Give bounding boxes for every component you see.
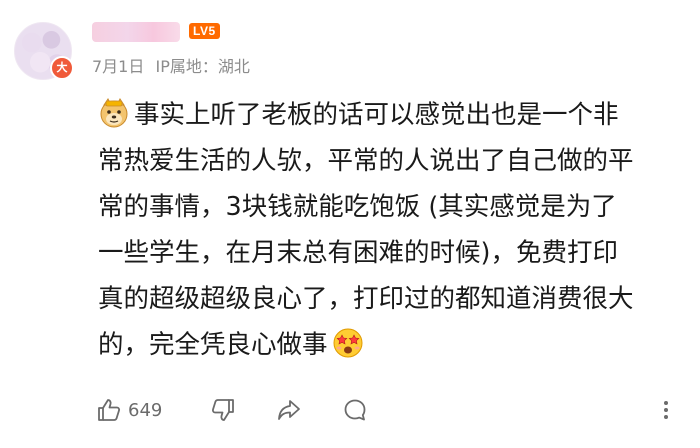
share-button[interactable] [276,393,302,427]
more-icon [664,401,668,419]
thumbs-down-icon [211,399,234,421]
comment-icon [344,399,366,421]
comment-meta: 7月1日 IP属地：湖北 [92,53,256,77]
like-count: 649 [128,399,163,421]
username-blurred[interactable] [92,22,180,42]
like-button[interactable]: 649 [96,393,162,427]
avatar-badge: 大 [50,56,74,80]
thumbs-up-icon [98,399,121,421]
comment-line-2: 常热爱生活的人欤，平常的人说出了自己做的平 [98,146,634,176]
comment-button[interactable] [342,393,368,427]
star-eyes-emoji [333,328,363,358]
dislike-button[interactable] [210,393,236,427]
comment-line-3: 常的事情，3块钱就能吃饱饭 (其实感觉是为了 [98,192,617,222]
comment-line-1: 事实上听了老板的话可以感觉出也是一个非 [98,92,678,138]
comment-line-6: 的，完全凭良心做事 [98,322,678,368]
level-badge: LV5 [189,23,220,39]
more-button[interactable] [660,393,672,427]
doge-emoji [100,98,128,128]
comment-date: 7月1日 [92,57,145,76]
share-icon [278,400,300,420]
comment-content: 事实上听了老板的话可以感觉出也是一个非 常热爱生活的人欤，平常的人说出了自己做的… [98,92,678,368]
ip-location: IP属地：湖北 [155,57,250,76]
comment-actions: 649 [96,393,686,427]
comment-line-4: 一些学生，在月末总有困难的时候)，免费打印 [98,238,618,268]
comment-line-5: 真的超级超级良心了，打印过的都知道消费很大 [98,284,634,314]
